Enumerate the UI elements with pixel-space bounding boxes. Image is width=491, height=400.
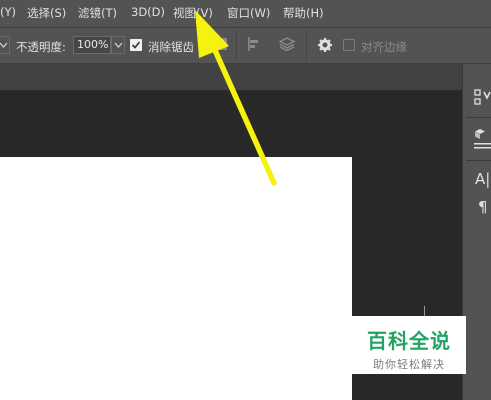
antialias-checkbox[interactable] bbox=[130, 39, 142, 51]
menu-view[interactable]: 视图(V) bbox=[173, 5, 213, 21]
divider bbox=[306, 30, 307, 60]
tool-preset-dropdown[interactable] bbox=[0, 36, 10, 54]
layer-stack-icon[interactable] bbox=[278, 36, 296, 52]
opacity-dropdown[interactable] bbox=[111, 36, 125, 54]
document-canvas[interactable] bbox=[0, 157, 352, 400]
watermark-logo: 百科全说 助你轻松解决 bbox=[352, 316, 466, 374]
right-panel-dock bbox=[462, 64, 491, 400]
divider bbox=[466, 117, 491, 118]
divider bbox=[236, 30, 237, 60]
align-edges-label: 对齐边缘 bbox=[361, 40, 407, 54]
document-tab-strip bbox=[0, 64, 462, 91]
align-left-icon[interactable] bbox=[247, 37, 261, 51]
watermark-title: 百科全说 bbox=[367, 329, 451, 353]
divider bbox=[466, 160, 491, 161]
menu-select[interactable]: 选择(S) bbox=[27, 5, 66, 21]
checkmark-icon bbox=[131, 41, 141, 49]
chevron-down-icon bbox=[0, 42, 8, 48]
menu-bar: (Y) 选择(S) 滤镜(T) 3D(D) 视图(V) 窗口(W) 帮助(H) bbox=[0, 0, 491, 28]
gear-icon[interactable] bbox=[317, 37, 333, 53]
opacity-field[interactable]: 100% bbox=[73, 36, 111, 54]
menu-window[interactable]: 窗口(W) bbox=[227, 5, 270, 21]
align-edges-checkbox[interactable] bbox=[343, 39, 355, 51]
watermark-subtitle: 助你轻松解决 bbox=[373, 358, 445, 371]
menu-3d[interactable]: 3D(D) bbox=[131, 5, 165, 19]
paragraph-panel-icon[interactable]: ¶ bbox=[478, 198, 488, 216]
menu-help[interactable]: 帮助(H) bbox=[283, 5, 324, 21]
opacity-label: 不透明度: bbox=[16, 40, 66, 54]
character-panel-icon[interactable]: A| bbox=[475, 170, 490, 188]
stop-square-icon[interactable] bbox=[215, 38, 227, 50]
chevron-down-icon bbox=[114, 42, 123, 48]
menu-filter[interactable]: 滤镜(T) bbox=[78, 5, 117, 21]
antialias-label: 消除锯齿 bbox=[148, 40, 194, 54]
3d-panel-icon[interactable] bbox=[474, 127, 491, 149]
menu-image[interactable]: (Y) bbox=[0, 5, 16, 19]
history-panel-icon[interactable] bbox=[474, 88, 491, 108]
